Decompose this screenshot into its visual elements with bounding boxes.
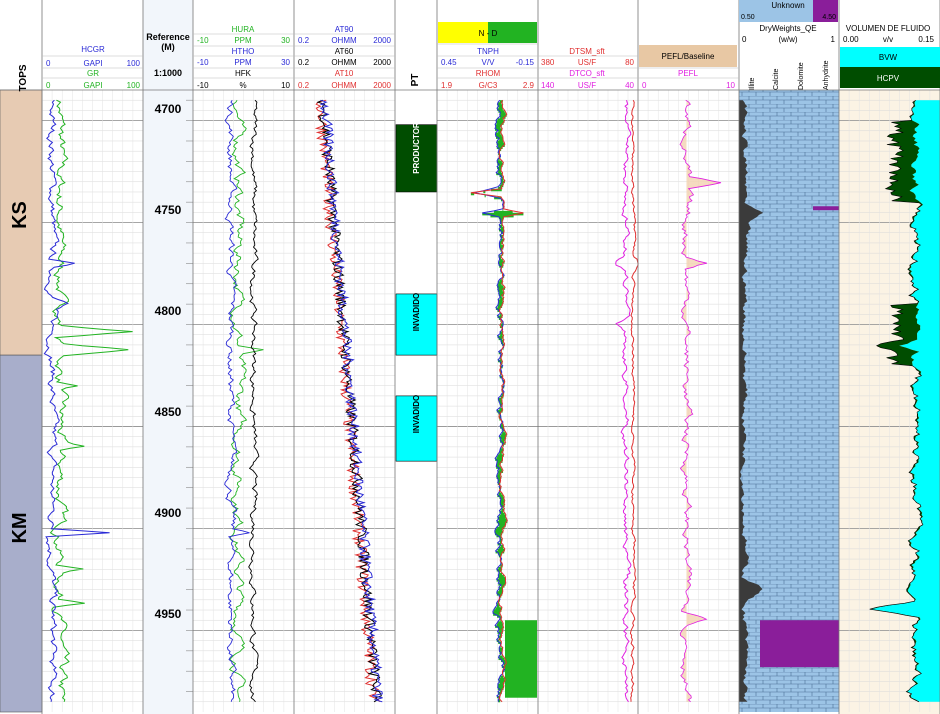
at90-max: 2000 <box>373 36 391 45</box>
depth-label-4750: 4750 <box>155 203 182 217</box>
fluid-max: 0.15 <box>918 35 934 44</box>
at60-unit: OHMM <box>331 58 357 67</box>
tnph-name: TNPH <box>477 47 499 56</box>
rhom-name: RHOM <box>476 69 501 78</box>
pt-label-productor: PRODUCTOR <box>412 122 421 174</box>
anhydrite-thin <box>813 206 839 211</box>
fluid-title: VOLUMEN DE FLUIDO <box>846 24 930 33</box>
dtsm-name: DTSM_sft <box>569 47 605 56</box>
mineral-anhydrite: Anhydrite <box>823 60 830 90</box>
fluid-unit: v/v <box>883 35 893 44</box>
at60-max: 2000 <box>373 58 391 67</box>
tops-header: TOPS <box>18 64 29 91</box>
lith-title: DryWeights_QE <box>759 24 816 33</box>
at10-max: 2000 <box>373 81 391 90</box>
unknown-label: Unknown <box>771 1 804 10</box>
unknown-min: 0.50 <box>741 14 755 21</box>
anhydrite-fill <box>760 620 839 668</box>
depth-label-4850: 4850 <box>155 405 182 419</box>
rhom-min: 1.9 <box>441 81 453 90</box>
gr-curve <box>49 99 133 702</box>
dtco-name: DTCO_sft <box>569 69 605 78</box>
gr-name: GR <box>87 69 99 78</box>
pefl-name: PEFL <box>678 69 699 78</box>
lith-max: 1 <box>831 35 836 44</box>
hura-name: HURA <box>232 25 255 34</box>
hcpv-label: HCPV <box>877 74 900 83</box>
tnph-min: 0.45 <box>441 58 457 67</box>
dtsm-max: 80 <box>625 58 634 67</box>
gr-max: 100 <box>127 81 141 90</box>
tnph-max: -0.15 <box>516 58 535 67</box>
hura-max: 30 <box>281 36 290 45</box>
dtco-min: 140 <box>541 81 555 90</box>
depth-label-4950: 4950 <box>155 607 182 621</box>
hura-unit: PPM <box>234 36 252 45</box>
depth-title: Reference <box>146 32 190 42</box>
gr-min: 0 <box>46 81 51 90</box>
pefl-fill <box>680 100 721 702</box>
depth-scale: 1:1000 <box>154 68 182 78</box>
hura-min: -10 <box>197 36 209 45</box>
hfk-min: -10 <box>197 81 209 90</box>
mineral-calcite: Calcite <box>773 68 780 90</box>
hcgr-unit: GAPI <box>83 59 102 68</box>
htho-name: HTHO <box>232 47 255 56</box>
gr-unit: GAPI <box>83 81 102 90</box>
pt-label-invadido-1: INVADIDO <box>412 293 421 332</box>
hfk-max: 10 <box>281 81 290 90</box>
hura-curve <box>228 99 264 702</box>
depth-label-4700: 4700 <box>155 102 182 116</box>
at90-min: 0.2 <box>298 36 310 45</box>
lith-min: 0 <box>742 35 747 44</box>
dtsm-min: 380 <box>541 58 555 67</box>
htho-max: 30 <box>281 58 290 67</box>
htho-unit: PPM <box>234 58 252 67</box>
unknown-max: 4.50 <box>822 14 836 21</box>
dtsm-unit: US/F <box>578 58 596 67</box>
hcgr-min: 0 <box>46 59 51 68</box>
lith-unit: (w/w) <box>778 35 797 44</box>
at90-unit: OHMM <box>331 36 357 45</box>
depth-unit: (M) <box>161 42 175 52</box>
bvw-label: BVW <box>879 53 898 62</box>
dtsm-curve <box>629 99 639 702</box>
dtco-unit: US/F <box>578 81 596 90</box>
pefl-max: 10 <box>726 81 735 90</box>
zone-km-label: KM <box>9 512 31 543</box>
at60-min: 0.2 <box>298 58 310 67</box>
mineral-dolomite: Dolomite <box>798 62 805 90</box>
pefl-baseline-label: PEFL/Baseline <box>662 52 715 61</box>
at90-name: AT90 <box>335 25 354 34</box>
htho-min: -10 <box>197 58 209 67</box>
at60-name: AT60 <box>335 47 354 56</box>
at10-min: 0.2 <box>298 81 310 90</box>
well-log-plot: TOPS KS KM HCGR 0 GAPI 100 GR 0 GAPI 100… <box>0 0 940 714</box>
at10-name: AT10 <box>335 69 354 78</box>
zone-ks-label: KS <box>9 201 31 229</box>
hfk-unit: % <box>239 81 246 90</box>
calcite-fill <box>739 90 839 712</box>
hfk-name: HFK <box>235 69 252 78</box>
pt-label-invadido-2: INVADIDO <box>412 395 421 434</box>
at10-unit: OHMM <box>331 81 357 90</box>
hcgr-curve <box>43 99 110 702</box>
pefl-min: 0 <box>642 81 647 90</box>
rhom-max: 2.9 <box>523 81 535 90</box>
nd-fill-label: N - D <box>479 29 498 38</box>
mineral-illite: Illite <box>749 77 756 90</box>
depth-label-4800: 4800 <box>155 304 182 318</box>
dtco-max: 40 <box>625 81 634 90</box>
depth-label-4900: 4900 <box>155 506 182 520</box>
nd-fill-bottom <box>505 620 537 698</box>
tnph-unit: V/V <box>482 58 496 67</box>
pt-header: PT <box>410 74 421 87</box>
fluid-min: 0.00 <box>843 35 859 44</box>
rhom-unit: G/C3 <box>479 81 498 90</box>
hcgr-name: HCGR <box>81 45 105 54</box>
hcgr-max: 100 <box>127 59 141 68</box>
